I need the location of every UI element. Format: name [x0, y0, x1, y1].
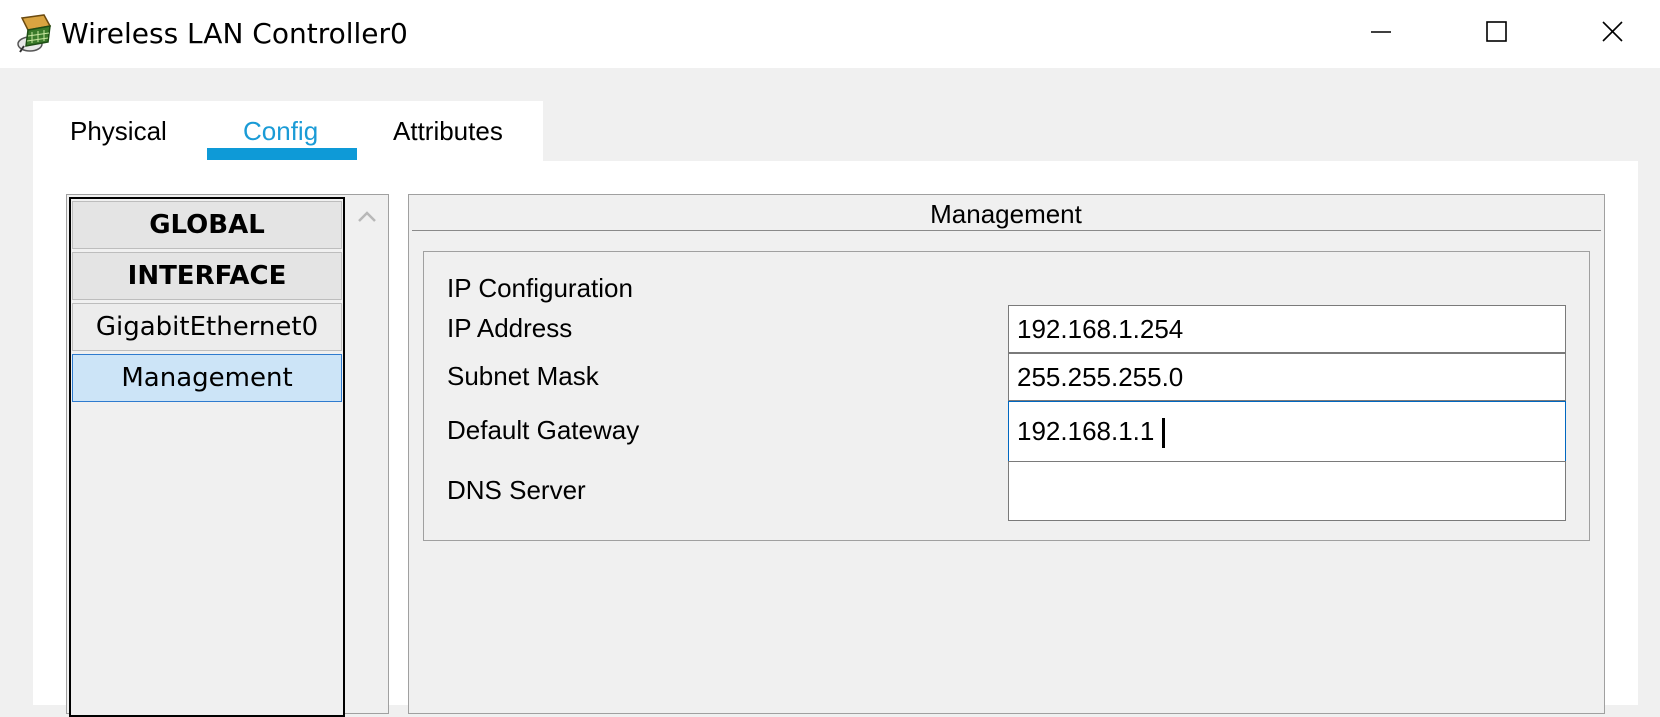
minimize-button[interactable] [1350, 8, 1410, 58]
close-button[interactable] [1582, 8, 1642, 58]
title-bar: Wireless LAN Controller0 [0, 0, 1660, 68]
subnet-mask-input[interactable] [1008, 353, 1566, 401]
ip-address-input[interactable] [1008, 305, 1566, 353]
minimize-icon [1371, 31, 1391, 33]
tab-attributes[interactable]: Attributes [393, 114, 503, 148]
dns-server-label: DNS Server [447, 475, 586, 505]
close-icon [1602, 21, 1623, 42]
maximize-icon [1486, 21, 1507, 42]
sidebar-item-global[interactable]: GLOBAL [72, 201, 342, 249]
ip-address-label: IP Address [447, 313, 573, 343]
dns-server-input[interactable] [1008, 461, 1566, 521]
sidebar-item-management[interactable]: Management [72, 354, 342, 402]
maximize-button[interactable] [1466, 8, 1526, 58]
tab-physical[interactable]: Physical [70, 114, 167, 148]
text-caret [1162, 418, 1165, 448]
window-title: Wireless LAN Controller0 [61, 17, 408, 50]
default-gateway-input[interactable] [1008, 401, 1566, 462]
scroll-up-icon[interactable] [354, 204, 380, 230]
panel-title: Management [930, 199, 1082, 229]
sidebar-item-interface[interactable]: INTERFACE [72, 252, 342, 300]
sidebar-item-gigabitethernet0[interactable]: GigabitEthernet0 [72, 303, 342, 351]
wireless-controller-icon [17, 14, 52, 53]
title-divider [412, 230, 1601, 231]
ip-configuration-label: IP Configuration [447, 273, 633, 303]
subnet-mask-label: Subnet Mask [447, 361, 599, 391]
tab-config[interactable]: Config [243, 114, 318, 148]
default-gateway-label: Default Gateway [447, 415, 640, 445]
active-tab-indicator [207, 148, 357, 160]
